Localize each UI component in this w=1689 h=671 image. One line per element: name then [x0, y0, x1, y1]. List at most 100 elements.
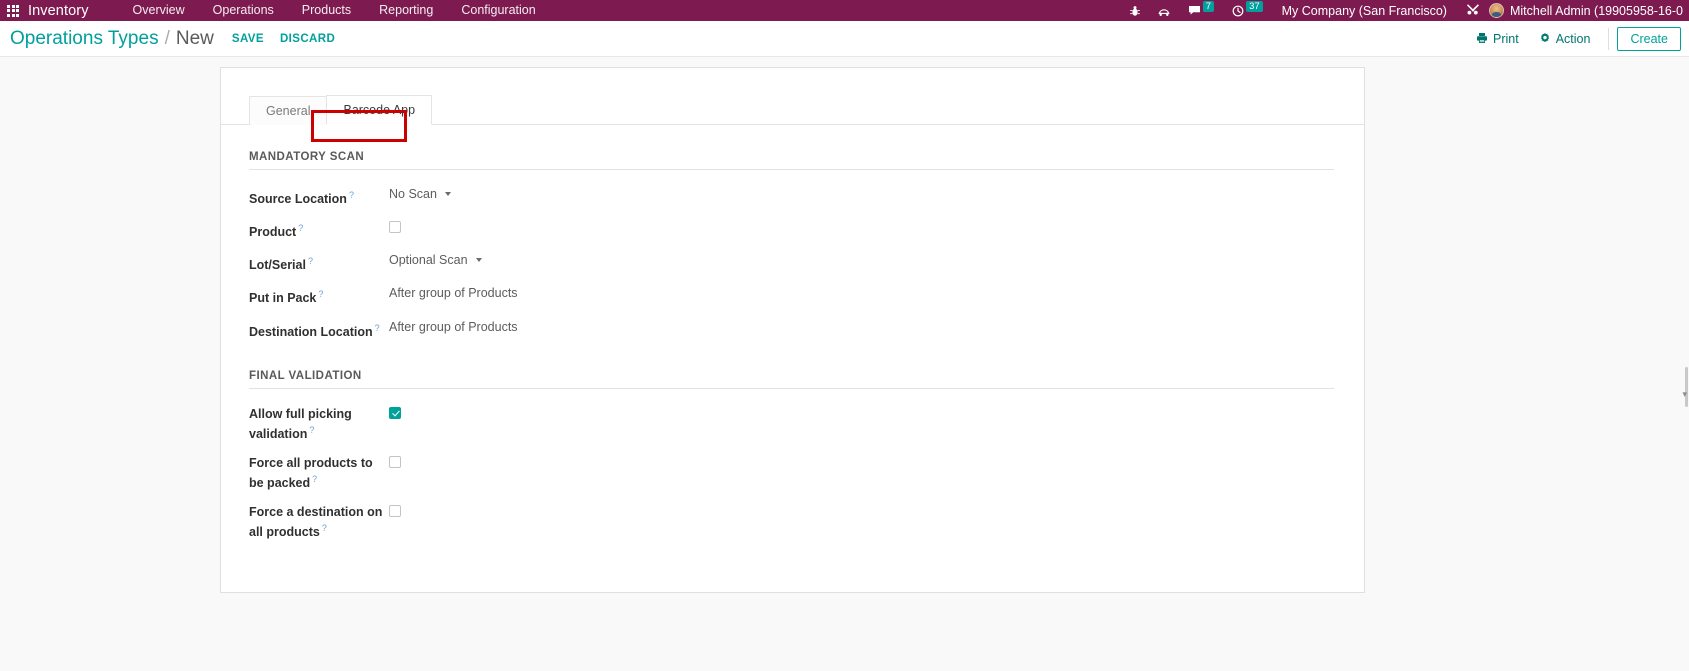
control-panel-right: Print Action Create	[1466, 21, 1681, 57]
field-row-allow-full-picking-validation: Allow full picking validation?	[249, 405, 1336, 442]
activities-clock-icon[interactable]: 37	[1223, 1, 1272, 17]
field-value-force-destination-on-all-products	[389, 503, 401, 518]
gear-icon	[1539, 32, 1551, 47]
field-row-product: Product?	[249, 219, 1336, 240]
help-icon[interactable]: ?	[312, 474, 317, 484]
product-checkbox[interactable]	[389, 221, 401, 234]
printer-icon	[1476, 32, 1488, 47]
print-button[interactable]: Print	[1466, 32, 1529, 47]
activities-counter: 37	[1246, 1, 1263, 12]
field-row-put-in-pack: Put in Pack? After group of Products	[249, 285, 1336, 306]
help-icon[interactable]: ?	[349, 190, 354, 200]
menu-item-reporting[interactable]: Reporting	[365, 0, 447, 21]
force-all-products-packed-checkbox[interactable]	[389, 455, 401, 468]
create-button[interactable]: Create	[1617, 27, 1681, 51]
allow-full-picking-validation-checkbox[interactable]	[389, 406, 401, 419]
messages-icon[interactable]: 7	[1179, 1, 1223, 16]
label-text: Lot/Serial	[249, 258, 306, 273]
lot-serial-select[interactable]: Optional Scan	[389, 252, 482, 268]
label-text: Force all products to be packed	[249, 455, 373, 491]
field-label-lot-serial: Lot/Serial?	[249, 252, 389, 273]
tab-panel-barcode-app: MANDATORY SCAN Source Location? No Scan …	[221, 125, 1364, 592]
field-label-product: Product?	[249, 219, 389, 240]
user-name-label: Mitchell Admin (19905958-16-0	[1509, 3, 1683, 18]
help-icon[interactable]: ?	[298, 223, 303, 233]
chevron-down-icon	[444, 192, 451, 196]
navbar-right-tools: 7 37 My Company (San Francisco) Mitchell…	[1121, 0, 1689, 21]
field-value-lot-serial: Optional Scan	[389, 252, 482, 268]
help-icon[interactable]: ?	[308, 256, 313, 266]
form-sheet: General Barcode App MANDATORY SCAN Sourc…	[220, 67, 1365, 594]
action-button[interactable]: Action	[1529, 32, 1601, 47]
field-row-source-location: Source Location? No Scan	[249, 186, 1336, 207]
record-actions: SAVE DISCARD	[232, 33, 335, 45]
app-brand-inventory[interactable]: Inventory	[28, 3, 89, 19]
put-in-pack-value: After group of Products	[389, 286, 518, 301]
form-view-area: General Barcode App MANDATORY SCAN Sourc…	[0, 57, 1689, 671]
top-navbar: Inventory Overview Operations Products R…	[0, 0, 1689, 21]
destination-location-value: After group of Products	[389, 319, 518, 334]
help-icon[interactable]: ?	[309, 425, 314, 435]
lot-serial-value: Optional Scan	[389, 253, 468, 268]
breadcrumb-separator: /	[164, 27, 170, 49]
menu-item-configuration[interactable]: Configuration	[447, 0, 549, 21]
field-label-put-in-pack: Put in Pack?	[249, 285, 389, 306]
help-icon[interactable]: ?	[322, 523, 327, 533]
label-text: Source Location	[249, 192, 347, 207]
help-icon[interactable]: ?	[375, 323, 380, 333]
group-title-mandatory-scan: MANDATORY SCAN	[249, 151, 1334, 170]
field-label-force-all-products-packed: Force all products to be packed?	[249, 454, 389, 491]
label-text: Destination Location	[249, 324, 373, 339]
notebook-tabs: General Barcode App	[221, 68, 1364, 125]
field-row-lot-serial: Lot/Serial? Optional Scan	[249, 252, 1336, 273]
force-destination-on-all-products-checkbox[interactable]	[389, 505, 401, 518]
source-location-value: No Scan	[389, 187, 437, 201]
label-text: Put in Pack	[249, 291, 317, 306]
label-text: Product	[249, 225, 297, 240]
user-menu[interactable]: Mitchell Admin (19905958-16-0	[1488, 3, 1687, 18]
messages-counter: 7	[1202, 1, 1215, 12]
field-label-allow-full-picking-validation: Allow full picking validation?	[249, 405, 389, 442]
field-label-destination-location: Destination Location?	[249, 319, 389, 340]
menu-item-operations[interactable]: Operations	[199, 0, 288, 21]
save-button[interactable]: SAVE	[232, 33, 264, 45]
field-label-source-location: Source Location?	[249, 186, 389, 207]
tools-icon[interactable]	[1457, 2, 1489, 19]
field-row-force-all-products-packed: Force all products to be packed?	[249, 454, 1336, 491]
company-switcher[interactable]: My Company (San Francisco)	[1272, 4, 1457, 18]
field-row-force-destination-on-all-products: Force a destination on all products?	[249, 503, 1336, 540]
field-value-force-all-products-packed	[389, 454, 401, 468]
menu-item-overview[interactable]: Overview	[119, 0, 199, 21]
breadcrumb-operations-types[interactable]: Operations Types	[10, 28, 159, 50]
avatar	[1488, 3, 1504, 18]
print-label: Print	[1493, 32, 1519, 46]
grid-apps-icon[interactable]	[7, 4, 19, 17]
field-value-allow-full-picking-validation	[389, 405, 401, 419]
field-value-source-location: No Scan	[389, 186, 459, 202]
control-panel: Operations Types / New SAVE DISCARD Prin…	[0, 21, 1689, 57]
main-menu: Overview Operations Products Reporting C…	[119, 0, 550, 21]
tab-barcode-app[interactable]: Barcode App	[326, 95, 433, 125]
scrollbar-thumb[interactable]	[1685, 367, 1688, 407]
group-title-final-validation: FINAL VALIDATION	[249, 370, 1334, 389]
field-value-destination-location[interactable]: After group of Products	[389, 319, 518, 335]
discard-button[interactable]: DISCARD	[280, 33, 335, 45]
bug-icon[interactable]	[1121, 5, 1149, 17]
label-text: Force a destination on all products	[249, 505, 383, 540]
field-value-put-in-pack[interactable]: After group of Products	[389, 285, 518, 301]
field-row-destination-location: Destination Location? After group of Pro…	[249, 319, 1336, 340]
field-label-force-destination-on-all-products: Force a destination on all products?	[249, 503, 389, 540]
menu-item-products[interactable]: Products	[288, 0, 365, 21]
label-text: Allow full picking validation	[249, 406, 352, 441]
scroll-caret-icon: ▾	[1682, 389, 1687, 399]
field-value-product	[389, 219, 401, 234]
source-location-select[interactable]: No Scan	[389, 186, 459, 202]
lifebuoy-icon[interactable]	[1149, 5, 1179, 17]
action-label: Action	[1555, 32, 1591, 46]
breadcrumb-current-new: New	[175, 27, 214, 49]
tab-general[interactable]: General	[249, 96, 328, 125]
toolbar-divider	[1608, 28, 1610, 50]
breadcrumb: Operations Types / New	[10, 28, 214, 50]
help-icon[interactable]: ?	[318, 289, 323, 299]
chevron-down-icon	[475, 258, 482, 263]
